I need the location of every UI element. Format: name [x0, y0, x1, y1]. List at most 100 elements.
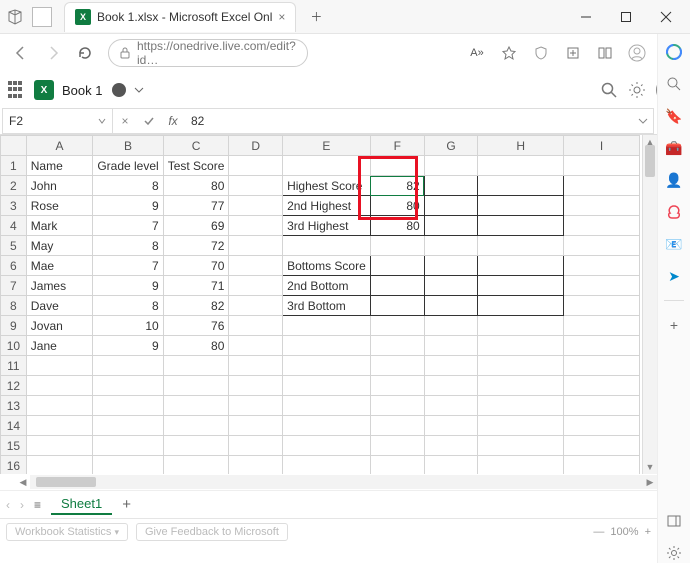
chevron-left-icon[interactable]: ‹ [6, 498, 10, 512]
table-row[interactable]: 1 Name Grade level Test Score [1, 156, 640, 176]
save-status-icon[interactable] [112, 83, 126, 97]
maximize-button[interactable] [606, 2, 646, 32]
name-box[interactable]: F2 [3, 109, 113, 133]
games-icon[interactable]: 👤 [664, 170, 684, 190]
col-header[interactable]: B [93, 136, 163, 156]
close-window-button[interactable] [646, 2, 686, 32]
url-input[interactable]: https://onedrive.live.com/edit?id… [108, 39, 308, 67]
workbook-stats-button[interactable]: Workbook Statistics ▾ [6, 523, 128, 541]
security-flag-icon[interactable] [526, 39, 556, 67]
col-header[interactable]: H [478, 136, 564, 156]
app-launcher-icon[interactable] [8, 81, 26, 99]
favorite-button[interactable] [494, 39, 524, 67]
feedback-button[interactable]: Give Feedback to Microsoft [136, 523, 288, 541]
forward-button [38, 38, 68, 68]
table-row[interactable]: 3 Rose 9 77 2nd Highest 80 [1, 196, 640, 216]
search-icon[interactable] [600, 81, 618, 99]
workbook-name[interactable]: Book 1 [62, 83, 102, 98]
tab-actions-button[interactable] [32, 7, 52, 27]
back-button[interactable] [6, 38, 36, 68]
zoom-in-button[interactable]: + [645, 526, 651, 538]
chevron-down-icon[interactable] [134, 85, 144, 95]
copilot-icon[interactable] [664, 42, 684, 62]
expand-formula-bar-button[interactable] [633, 116, 653, 126]
table-row[interactable]: 16 [1, 456, 640, 475]
table-row[interactable]: 8 Dave882 3rd Bottom [1, 296, 640, 316]
row-header[interactable]: 3 [1, 196, 27, 216]
row-header[interactable]: 8 [1, 296, 27, 316]
settings-icon[interactable] [628, 81, 646, 99]
new-tab-button[interactable]: ＋ [302, 3, 330, 31]
table-row[interactable]: 5 May872 [1, 236, 640, 256]
col-header[interactable]: D [229, 136, 283, 156]
row-header[interactable]: 4 [1, 216, 27, 236]
split-screen-button[interactable] [590, 39, 620, 67]
workspaces-icon[interactable] [4, 6, 26, 28]
all-sheets-icon[interactable]: ≡ [34, 498, 41, 512]
col-header[interactable]: G [424, 136, 478, 156]
horizontal-scrollbar[interactable]: ◀ ▶ [30, 475, 657, 489]
close-tab-icon[interactable]: × [278, 10, 285, 24]
select-all-corner[interactable] [1, 136, 27, 156]
formula-input[interactable]: 82 [185, 114, 633, 128]
table-row[interactable]: 13 [1, 396, 640, 416]
row-header[interactable]: 10 [1, 336, 27, 356]
refresh-button[interactable] [70, 38, 100, 68]
url-text: https://onedrive.live.com/edit?id… [137, 39, 297, 67]
scrollbar-thumb[interactable] [36, 477, 96, 487]
collections-button[interactable] [558, 39, 588, 67]
search-rail-icon[interactable] [664, 74, 684, 94]
cell: Rose [26, 196, 93, 216]
send-icon[interactable]: ➤ [664, 266, 684, 286]
browser-tab[interactable]: X Book 1.xlsx - Microsoft Excel Onl × [64, 2, 296, 32]
table-row[interactable]: 6 Mae770 Bottoms Score [1, 256, 640, 276]
row-header[interactable]: 9 [1, 316, 27, 336]
table-row[interactable]: 12 [1, 376, 640, 396]
cancel-formula-button[interactable]: × [113, 114, 137, 128]
scroll-right-icon[interactable]: ▶ [643, 475, 657, 489]
grid[interactable]: A B C D E F G H I 1 Name Grade level Tes… [0, 135, 640, 474]
add-sheet-button[interactable]: + [122, 496, 131, 513]
scroll-down-icon[interactable]: ▼ [643, 460, 657, 474]
table-row[interactable]: 9 Jovan1076 [1, 316, 640, 336]
table-row[interactable]: 10 Jane980 [1, 336, 640, 356]
col-header[interactable]: C [163, 136, 229, 156]
tab-title: Book 1.xlsx - Microsoft Excel Onl [97, 10, 272, 24]
scroll-left-icon[interactable]: ◀ [16, 475, 30, 489]
zoom-out-button[interactable]: — [593, 526, 604, 538]
col-header[interactable]: A [26, 136, 93, 156]
accept-formula-button[interactable] [137, 115, 161, 127]
col-header[interactable]: E [283, 136, 371, 156]
col-header[interactable]: I [564, 136, 640, 156]
vertical-scrollbar[interactable]: ▲ ▼ [642, 135, 657, 474]
minimize-button[interactable] [566, 2, 606, 32]
sheet-tab[interactable]: Sheet1 [51, 494, 112, 515]
row-header[interactable]: 7 [1, 276, 27, 296]
table-row[interactable]: 4 Mark 7 69 3rd Highest 80 [1, 216, 640, 236]
table-row[interactable]: 2 John 8 80 Highest Score 82 [1, 176, 640, 196]
read-aloud-button[interactable]: A» [462, 39, 492, 67]
row-header[interactable]: 1 [1, 156, 27, 176]
table-row[interactable]: 14 [1, 416, 640, 436]
profile-button[interactable] [622, 39, 652, 67]
row-header[interactable]: 6 [1, 256, 27, 276]
row-header[interactable]: 5 [1, 236, 27, 256]
browser-addressbar: https://onedrive.live.com/edit?id… A» [0, 34, 690, 72]
row-header[interactable]: 2 [1, 176, 27, 196]
zoom-level[interactable]: 100% [610, 526, 638, 538]
add-tool-button[interactable]: + [664, 315, 684, 335]
fx-icon[interactable]: fx [161, 114, 185, 128]
edge-settings-icon[interactable] [664, 543, 684, 563]
tools-icon[interactable]: 🧰 [664, 138, 684, 158]
outlook-icon[interactable]: 📧 [664, 234, 684, 254]
excel-favicon-icon: X [75, 9, 91, 25]
col-header[interactable]: F [370, 136, 424, 156]
table-row[interactable]: 7 James971 2nd Bottom [1, 276, 640, 296]
table-row[interactable]: 11 [1, 356, 640, 376]
shopping-icon[interactable]: 🔖 [664, 106, 684, 126]
toggle-sidebar-icon[interactable] [664, 511, 684, 531]
chevron-right-icon[interactable]: › [20, 498, 24, 512]
table-row[interactable]: 15 [1, 436, 640, 456]
office-icon[interactable] [664, 202, 684, 222]
scrollbar-thumb[interactable] [645, 145, 655, 177]
